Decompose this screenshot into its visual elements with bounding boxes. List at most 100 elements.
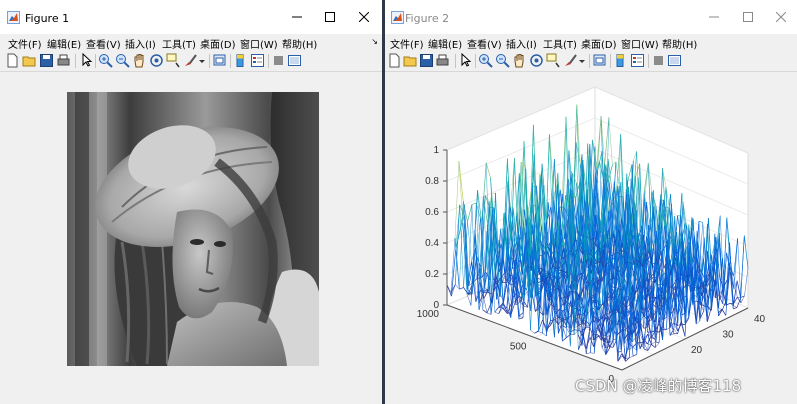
menu-file[interactable]: 文件(F) (390, 36, 424, 51)
minimize-icon (292, 16, 302, 18)
toolbar-separator (475, 54, 476, 68)
toolbar-separator (230, 54, 231, 68)
figure1-title: Figure 1 (25, 12, 70, 25)
x-tick-label: 30 (723, 330, 735, 341)
maximize-button[interactable] (315, 6, 345, 28)
maximize-button[interactable] (733, 6, 763, 28)
menu-file[interactable]: 文件(F) (8, 36, 42, 51)
close-icon (776, 12, 786, 22)
z-tick-label: 0.2 (425, 269, 439, 280)
menu-tools[interactable]: 工具(T) (543, 36, 577, 51)
matlab-icon (7, 11, 20, 24)
brush-icon[interactable] (563, 53, 578, 68)
brush-icon[interactable] (183, 53, 198, 68)
menu-help[interactable]: 帮助(H) (662, 36, 697, 51)
minimize-button[interactable] (282, 6, 312, 28)
figure1-window: Figure 1 文件(F) 编辑(E) 查看(V) 插入(I) 工具(T) 桌… (0, 0, 382, 404)
menu-edit[interactable]: 编辑(E) (47, 36, 81, 51)
close-button[interactable] (349, 6, 379, 28)
grayscale-portrait-image (67, 92, 319, 366)
menu-window[interactable]: 窗口(W) (240, 36, 278, 51)
menu-insert[interactable]: 插入(I) (125, 36, 156, 51)
toolbar-separator (95, 54, 96, 68)
menu-view[interactable]: 查看(V) (467, 36, 502, 51)
new-figure-icon[interactable] (5, 53, 20, 68)
hide-plot-tools-icon[interactable] (651, 53, 666, 68)
menu-desktop[interactable]: 桌面(D) (581, 36, 617, 51)
print-icon[interactable] (435, 53, 450, 68)
rotate-3d-icon[interactable] (149, 53, 164, 68)
toolbar-separator (589, 54, 590, 68)
hide-plot-tools-icon[interactable] (271, 53, 286, 68)
menu-tools[interactable]: 工具(T) (162, 36, 196, 51)
link-plot-icon[interactable] (212, 53, 227, 68)
menu-view[interactable]: 查看(V) (86, 36, 121, 51)
colorbar-icon[interactable] (233, 53, 248, 68)
x-tick-label: 40 (754, 314, 766, 325)
link-plot-icon[interactable] (592, 53, 607, 68)
pointer-icon[interactable] (458, 53, 473, 68)
show-plot-tools-icon[interactable] (287, 53, 302, 68)
pan-hand-icon[interactable] (132, 53, 147, 68)
zoom-in-icon[interactable] (98, 53, 113, 68)
colorbar-icon[interactable] (613, 53, 628, 68)
toolbar-separator (268, 54, 269, 68)
data-cursor-icon[interactable] (166, 53, 181, 68)
figure2-window: Figure 2 文件(F) 编辑(E) 查看(V) 插入(I) 工具(T) 桌… (385, 0, 797, 404)
pan-hand-icon[interactable] (512, 53, 527, 68)
zoom-out-icon[interactable] (115, 53, 130, 68)
menu-desktop[interactable]: 桌面(D) (200, 36, 236, 51)
y-tick-label: 1000 (417, 309, 440, 320)
toolbar-separator (75, 54, 76, 68)
minimize-icon (709, 16, 719, 18)
figure1-canvas (0, 72, 382, 404)
open-file-icon[interactable] (22, 53, 37, 68)
z-tick-label: 0.6 (425, 207, 439, 218)
zoom-out-icon[interactable] (495, 53, 510, 68)
show-plot-tools-icon[interactable] (667, 53, 682, 68)
toolbar-separator (209, 54, 210, 68)
menu-edit[interactable]: 编辑(E) (428, 36, 462, 51)
legend-icon[interactable] (250, 53, 265, 68)
menu-insert[interactable]: 插入(I) (506, 36, 537, 51)
brush-dropdown-icon[interactable] (198, 53, 206, 68)
brush-dropdown-icon[interactable] (578, 53, 586, 68)
z-tick-label: 0.4 (425, 238, 439, 249)
new-figure-icon[interactable] (387, 53, 402, 68)
save-icon[interactable] (419, 53, 434, 68)
toolbar-separator (610, 54, 611, 68)
toolbar-separator (455, 54, 456, 68)
open-file-icon[interactable] (403, 53, 418, 68)
y-tick-label: 500 (510, 342, 527, 353)
matlab-icon (391, 11, 404, 24)
menu-window[interactable]: 窗口(W) (621, 36, 659, 51)
maximize-icon (743, 12, 753, 22)
surface-plot: 00.20.40.60.8105001000203040 (417, 86, 766, 385)
figure2-canvas: 0 0.2 0.4 0.6 0.8 1 0 500 1000 20 30 40 (385, 72, 797, 404)
figure1-titlebar[interactable]: Figure 1 (0, 0, 382, 34)
figure2-titlebar[interactable]: Figure 2 (385, 0, 797, 34)
x-tick-label: 20 (691, 345, 703, 356)
data-cursor-icon[interactable] (546, 53, 561, 68)
dock-arrow-icon[interactable]: ↘ (371, 37, 378, 46)
minimize-button[interactable] (699, 6, 729, 28)
rotate-3d-icon[interactable] (529, 53, 544, 68)
toolbar-separator (648, 54, 649, 68)
figure2-toolbar (385, 51, 797, 72)
print-icon[interactable] (56, 53, 71, 68)
watermark-text: CSDN @凌峰的博客118 (575, 377, 742, 395)
menu-help[interactable]: 帮助(H) (282, 36, 317, 51)
figure2-title: Figure 2 (405, 12, 450, 25)
legend-icon[interactable] (630, 53, 645, 68)
zoom-in-icon[interactable] (478, 53, 493, 68)
z-tick-label: 1 (433, 145, 439, 156)
pointer-icon[interactable] (79, 53, 94, 68)
z-tick-label: 0.8 (425, 176, 439, 187)
close-button[interactable] (766, 6, 796, 28)
figure2-menubar: 文件(F) 编辑(E) 查看(V) 插入(I) 工具(T) 桌面(D) 窗口(W… (385, 34, 797, 51)
save-icon[interactable] (39, 53, 54, 68)
maximize-icon (325, 12, 335, 22)
figure1-menubar: 文件(F) 编辑(E) 查看(V) 插入(I) 工具(T) 桌面(D) 窗口(W… (0, 34, 382, 51)
close-icon (359, 12, 369, 22)
figure1-toolbar (0, 51, 382, 72)
